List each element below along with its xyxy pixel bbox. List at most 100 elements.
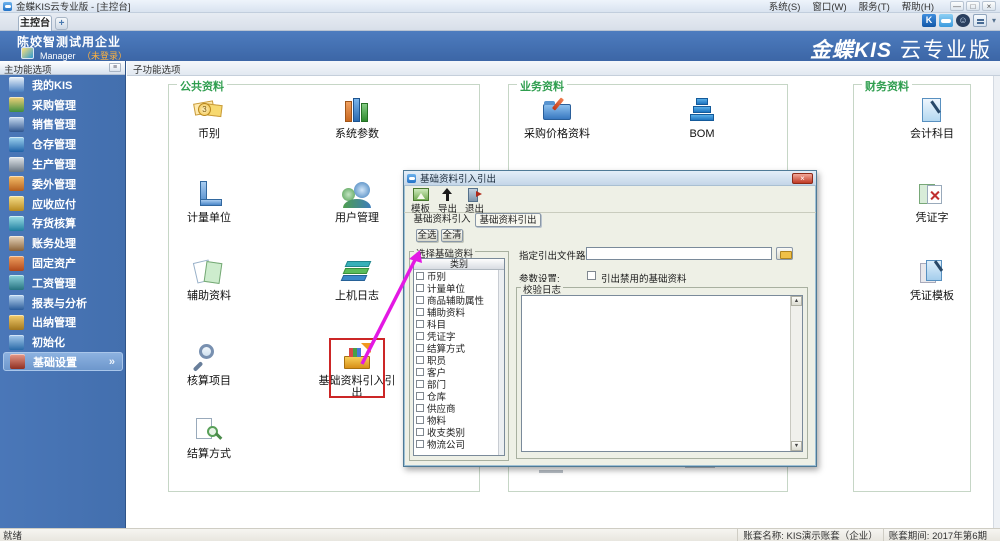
shortcut-docs[interactable]: 辅助资料 <box>168 257 250 302</box>
kingdee-k-icon[interactable]: K <box>922 14 936 27</box>
initialization-icon <box>9 335 24 350</box>
shortcut-unit[interactable]: 计量单位 <box>168 179 250 224</box>
checkbox[interactable] <box>416 356 424 364</box>
content-scrollbar[interactable] <box>993 76 1000 528</box>
sidebar-item-label: 固定资产 <box>32 255 76 271</box>
sidebar-collapse-icon[interactable]: ≡ <box>109 63 121 72</box>
dialog-tab-基础资料引出[interactable]: 基础资料引出 <box>475 213 541 227</box>
validation-log-textarea[interactable]: ▲ ▼ <box>521 295 803 452</box>
shortcut-voucher-word[interactable]: 凭证字 <box>891 179 973 224</box>
sidebar-item-receivable[interactable]: 应收应付 <box>0 194 126 214</box>
shortcut-purchase-price[interactable]: 采购价格资料 <box>516 95 598 140</box>
checkbox[interactable] <box>416 404 424 412</box>
menu-item[interactable]: 窗口(W) <box>806 0 852 13</box>
menu-item[interactable]: 帮助(H) <box>896 0 940 13</box>
minimize-button[interactable]: — <box>950 1 964 11</box>
sidebar-item-my-kis[interactable]: 我的KIS <box>0 75 126 95</box>
tray-icons: K ☺ ▾ <box>919 14 998 27</box>
checkbox[interactable] <box>416 368 424 376</box>
checkbox[interactable] <box>416 392 424 400</box>
checkbox[interactable] <box>416 332 424 340</box>
menu-item[interactable]: 服务(T) <box>853 0 896 13</box>
sidebar-item-basic-settings[interactable]: 基础设置» <box>3 352 123 371</box>
scroll-up-icon[interactable]: ▲ <box>791 296 802 306</box>
dialog-tab-基础资料引入[interactable]: 基础资料引入 <box>409 213 475 227</box>
sidebar-item-accounting[interactable]: 账务处理 <box>0 233 126 253</box>
item-icon <box>191 342 227 372</box>
shortcut-bom[interactable]: BOM <box>661 95 743 140</box>
my-kis-icon <box>9 77 24 92</box>
browse-folder-button[interactable] <box>776 247 793 260</box>
checkbox[interactable] <box>416 440 424 448</box>
status-field: 账套期间: 2017年第6期 <box>883 528 992 541</box>
clear-all-button[interactable]: 全清 <box>441 229 463 242</box>
checkbox[interactable] <box>416 320 424 328</box>
cloud-icon[interactable] <box>939 14 953 27</box>
message-icon[interactable] <box>973 14 987 27</box>
checkbox[interactable] <box>416 344 424 352</box>
inventory-icon <box>9 216 24 231</box>
sidebar-item-production[interactable]: 生产管理 <box>0 154 126 174</box>
restore-button[interactable]: □ <box>966 1 980 11</box>
shortcut-users[interactable]: 用户管理 <box>316 179 398 224</box>
banner: 陈姣智测试用企业 Manager （未登录） 金蝶KIS云专业版 <box>0 31 1000 61</box>
import-export-dialog: 基础资料引入引出 × 模板导出退出 基础资料引入基础资料引出 全选 全清 选择基… <box>403 170 817 467</box>
dialog-title-bar: 基础资料引入引出 × <box>404 171 816 186</box>
sidebar-item-fixed-assets[interactable]: 固定资产 <box>0 253 126 273</box>
sidebar-item-label: 出纳管理 <box>32 314 76 330</box>
shortcut-settle[interactable]: 结算方式 <box>168 415 250 460</box>
sidebar-item-inventory[interactable]: 存货核算 <box>0 214 126 234</box>
sidebar-item-purchase[interactable]: 采购管理 <box>0 95 126 115</box>
smiley-icon[interactable]: ☺ <box>956 14 970 27</box>
shortcut-impexp[interactable]: 基础资料引入引出 <box>316 342 398 399</box>
sidebar-item-label: 存货核算 <box>32 215 76 231</box>
checkbox[interactable] <box>416 296 424 304</box>
close-button[interactable]: × <box>982 1 996 11</box>
group-title: 财务资料 <box>862 78 912 94</box>
dialog-toolbar: 模板导出退出 <box>404 186 816 213</box>
settle-icon <box>191 415 227 445</box>
sidebar-item-label: 基础设置 <box>33 354 77 370</box>
sidebar-item-cashier[interactable]: 出纳管理 <box>0 313 126 333</box>
checkbox[interactable] <box>416 272 424 280</box>
category-row[interactable]: 物流公司 <box>414 438 504 450</box>
sidebar-item-sales[interactable]: 销售管理 <box>0 115 126 135</box>
chevron-down-icon[interactable]: ▾ <box>990 14 998 27</box>
sidebar-item-outsourcing[interactable]: 委外管理 <box>0 174 126 194</box>
shortcut-account-subject[interactable]: 会计科目 <box>891 95 973 140</box>
shortcut-params[interactable]: 系统参数 <box>316 95 398 140</box>
shortcut-label: 系统参数 <box>316 128 398 140</box>
checkbox[interactable] <box>416 428 424 436</box>
shortcut-currency[interactable]: 3币别 <box>168 95 250 140</box>
dialog-tabs: 基础资料引入基础资料引出 <box>409 213 541 227</box>
menu-item[interactable]: 系统(S) <box>763 0 807 13</box>
export-path-input[interactable] <box>586 247 772 260</box>
checkbox[interactable] <box>416 284 424 292</box>
status-bar: 就绪 账套名称: KIS演示账套（企业）账套期间: 2017年第6期 <box>0 528 1000 541</box>
shortcut-label: 用户管理 <box>316 212 398 224</box>
退出-button[interactable]: 退出 <box>461 187 488 215</box>
shortcut-item[interactable]: 核算项目 <box>168 342 250 387</box>
subtab-strip: 子功能选项 <box>127 61 1000 76</box>
shortcut-log[interactable]: 上机日志 <box>316 257 398 302</box>
tab-console[interactable]: 主控台 <box>18 15 52 31</box>
导出-button[interactable]: 导出 <box>434 187 461 215</box>
new-tab-button[interactable]: + <box>55 17 68 30</box>
log-scrollbar[interactable]: ▲ ▼ <box>790 296 802 451</box>
checkbox[interactable] <box>416 308 424 316</box>
sidebar-item-warehouse[interactable]: 仓存管理 <box>0 134 126 154</box>
accounting-icon <box>9 236 24 251</box>
dialog-close-button[interactable]: × <box>792 173 813 184</box>
list-scrollbar[interactable] <box>498 270 504 455</box>
checkbox[interactable] <box>416 380 424 388</box>
sidebar-item-payroll[interactable]: 工资管理 <box>0 273 126 293</box>
checkbox[interactable] <box>416 416 424 424</box>
export-disabled-checkbox[interactable] <box>587 271 596 280</box>
select-all-button[interactable]: 全选 <box>416 229 438 242</box>
scroll-down-icon[interactable]: ▼ <box>791 441 802 451</box>
模板-button[interactable]: 模板 <box>407 187 434 215</box>
sidebar-item-reports[interactable]: 报表与分析 <box>0 293 126 313</box>
shortcut-voucher-template[interactable]: 凭证模板 <box>891 257 973 302</box>
sidebar-item-initialization[interactable]: 初始化 <box>0 332 126 352</box>
group-财务资料: 财务资料会计科目凭证字凭证模板 <box>853 84 971 492</box>
